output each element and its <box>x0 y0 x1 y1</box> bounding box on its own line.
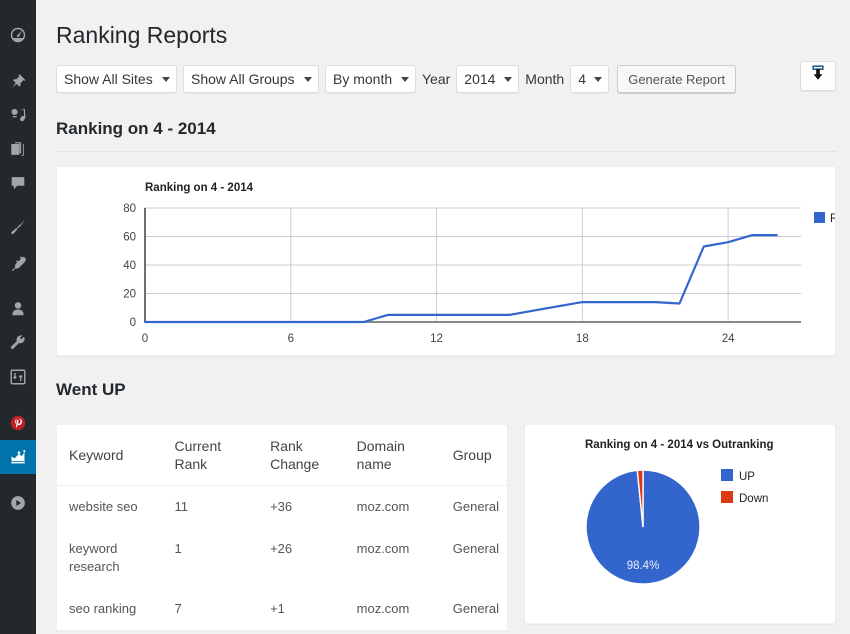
pie-chart-svg: 98.4% UP Down <box>585 469 768 585</box>
cell-group: General <box>452 499 499 514</box>
sidebar-item-users[interactable] <box>0 292 36 326</box>
group-filter-select[interactable]: Show All Groups <box>183 65 319 93</box>
download-icon <box>810 65 826 87</box>
svg-text:98.4%: 98.4% <box>627 560 660 572</box>
user-icon <box>9 300 27 318</box>
group-filter-wrap: Show All Groups <box>183 65 319 93</box>
svg-text:20: 20 <box>123 289 136 301</box>
svg-text:UP: UP <box>739 471 755 483</box>
line-chart-panel: Ranking on 4 - 2014 02040608006121824Ran… <box>56 166 836 356</box>
column-header-current-rank[interactable]: Current Rank <box>162 425 259 486</box>
ranking-section-heading: Ranking on 4 - 2014 <box>56 119 836 152</box>
table-row: website seo 11 +36 moz.com General <box>57 486 507 529</box>
went-up-heading: Went UP <box>56 380 126 399</box>
sidebar-item-media[interactable] <box>0 98 36 132</box>
sidebar-item-pinterest[interactable] <box>0 406 36 440</box>
cell-domain: moz.com <box>356 601 410 616</box>
chart-icon <box>9 448 27 466</box>
went-up-table: Keyword Current Rank Rank Change Domain … <box>57 425 507 630</box>
brush-icon <box>9 220 27 238</box>
main-content: Ranking Reports Show All Sites Show All … <box>36 0 850 634</box>
site-filter-select[interactable]: Show All Sites <box>56 65 177 93</box>
dashboard-icon <box>9 26 27 44</box>
pinterest-icon <box>9 414 27 432</box>
svg-text:Rank: Rank <box>830 213 836 225</box>
svg-text:18: 18 <box>576 333 589 345</box>
went-up-table-panel: Keyword Current Rank Rank Change Domain … <box>56 424 508 631</box>
sidebar-item-appearance[interactable] <box>0 212 36 246</box>
sidebar-item-dashboard[interactable] <box>0 18 36 52</box>
svg-text:Down: Down <box>739 493 768 505</box>
plug-icon <box>9 254 27 272</box>
play-icon <box>9 494 27 512</box>
year-select[interactable]: 2014 <box>456 65 520 93</box>
column-header-domain-name[interactable]: Domain name <box>344 425 441 486</box>
cell-group: General <box>452 541 499 556</box>
svg-text:40: 40 <box>123 260 136 272</box>
line-chart-svg: 0 20 40 60 80 0 6 12 18 24 Rank <box>123 203 836 345</box>
table-row: seo ranking 7 +1 moz.com General <box>57 588 507 630</box>
filters-toolbar: Show All Sites Show All Groups By month … <box>56 61 836 95</box>
cell-keyword: seo ranking <box>69 601 137 616</box>
svg-text:6: 6 <box>288 333 294 345</box>
export-button[interactable] <box>800 61 836 91</box>
cell-domain: moz.com <box>356 541 410 556</box>
year-select-wrap: 2014 <box>456 65 520 93</box>
cell-rank-change: +36 <box>270 499 293 514</box>
bottom-row: Keyword Current Rank Rank Change Domain … <box>56 424 836 631</box>
media-icon <box>9 106 27 124</box>
sidebar-item-settings[interactable] <box>0 360 36 394</box>
sidebar-item-tools[interactable] <box>0 326 36 360</box>
column-header-keyword[interactable]: Keyword <box>57 425 163 486</box>
sidebar-item-rankings[interactable] <box>0 440 44 474</box>
table-row: keyword research 1 +26 moz.com General <box>57 528 507 588</box>
cell-current-rank: 7 <box>174 601 182 616</box>
year-label: Year <box>422 71 451 87</box>
sidebar-item-pages[interactable] <box>0 132 36 166</box>
table-header-row: Keyword Current Rank Rank Change Domain … <box>57 425 507 486</box>
page-title: Ranking Reports <box>56 22 228 48</box>
month-select-wrap: 4 <box>570 65 610 93</box>
cell-current-rank: 11 <box>174 499 188 514</box>
period-filter-wrap: By month <box>325 65 416 93</box>
generate-report-button[interactable]: Generate Report <box>617 65 737 93</box>
column-header-rank-change[interactable]: Rank Change <box>258 425 345 486</box>
cell-keyword: website seo <box>69 499 138 514</box>
sidebar-item-posts[interactable] <box>0 64 36 98</box>
month-label: Month <box>525 71 565 87</box>
svg-text:24: 24 <box>722 333 735 345</box>
site-filter-wrap: Show All Sites <box>56 65 177 93</box>
sliders-icon <box>9 368 27 386</box>
sidebar-item-media-play[interactable] <box>0 486 36 520</box>
cell-group: General <box>452 601 499 616</box>
cell-rank-change: +1 <box>270 601 285 616</box>
svg-text:60: 60 <box>123 232 136 244</box>
svg-text:12: 12 <box>430 333 443 345</box>
svg-text:80: 80 <box>123 203 136 215</box>
cell-keyword: keyword research <box>69 541 120 574</box>
pin-icon <box>9 72 27 90</box>
svg-text:0: 0 <box>130 317 136 329</box>
cell-current-rank: 1 <box>174 541 182 556</box>
period-filter-select[interactable]: By month <box>325 65 416 93</box>
comment-icon <box>9 174 27 192</box>
svg-text:0: 0 <box>142 333 148 345</box>
pie-chart-panel: Ranking on 4 - 2014 vs Outranking 98.4% U… <box>524 424 836 624</box>
cell-rank-change: +26 <box>270 541 293 556</box>
app-root: Ranking Reports Show All Sites Show All … <box>0 0 850 634</box>
admin-sidebar <box>0 0 44 634</box>
pages-icon <box>9 140 27 158</box>
column-header-group[interactable]: Group <box>440 425 507 486</box>
sidebar-item-plugins[interactable] <box>0 246 36 280</box>
sidebar-item-comments[interactable] <box>0 166 36 200</box>
month-select[interactable]: 4 <box>570 65 610 93</box>
wrench-icon <box>9 334 27 352</box>
cell-domain: moz.com <box>356 499 410 514</box>
table-body: website seo 11 +36 moz.com General keyword re… <box>57 486 507 631</box>
